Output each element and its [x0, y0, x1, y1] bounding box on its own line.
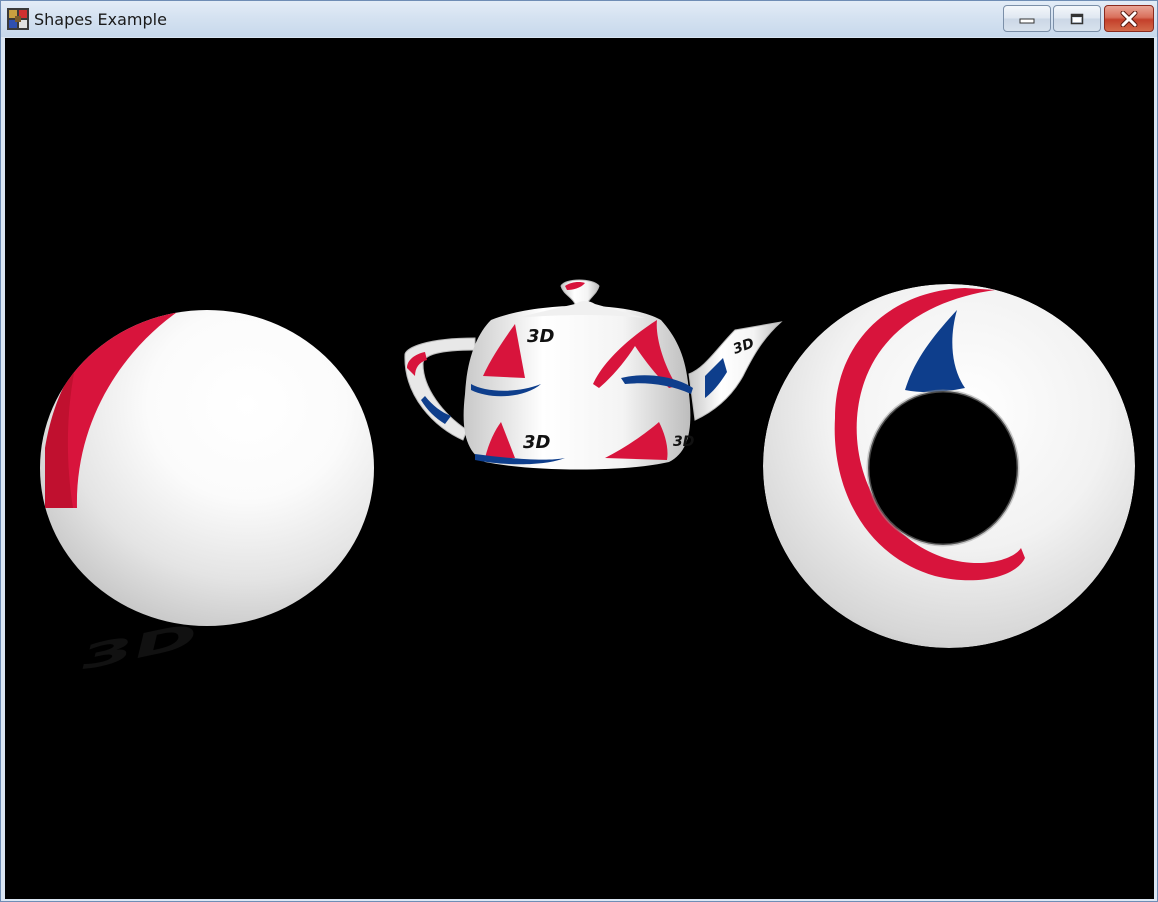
close-icon [1120, 10, 1138, 27]
sphere-object[interactable]: 3D [40, 310, 374, 677]
maximize-icon [1070, 13, 1084, 24]
minimize-icon [1019, 18, 1035, 23]
sphere-texture-label: 3D [77, 617, 201, 678]
torus-object[interactable] [763, 284, 1135, 648]
window-title: Shapes Example [34, 10, 167, 29]
teapot-side-label: 3D [673, 434, 694, 450]
close-button[interactable] [1104, 5, 1154, 32]
render-viewport[interactable]: 3D 3D 3D 3D 3D [5, 38, 1154, 899]
minimize-button[interactable] [1003, 5, 1051, 32]
teapot-texture-label: 3D [527, 326, 555, 347]
teapot-bottom-label: 3D [523, 432, 551, 453]
maximize-button[interactable] [1053, 5, 1101, 32]
app-icon[interactable] [7, 8, 29, 30]
title-bar[interactable]: Shapes Example [1, 1, 1157, 37]
application-window: Shapes Example 3D 3D 3D 3D 3D [0, 0, 1158, 902]
teapot-object[interactable]: 3D 3D 3D 3D [404, 279, 783, 470]
